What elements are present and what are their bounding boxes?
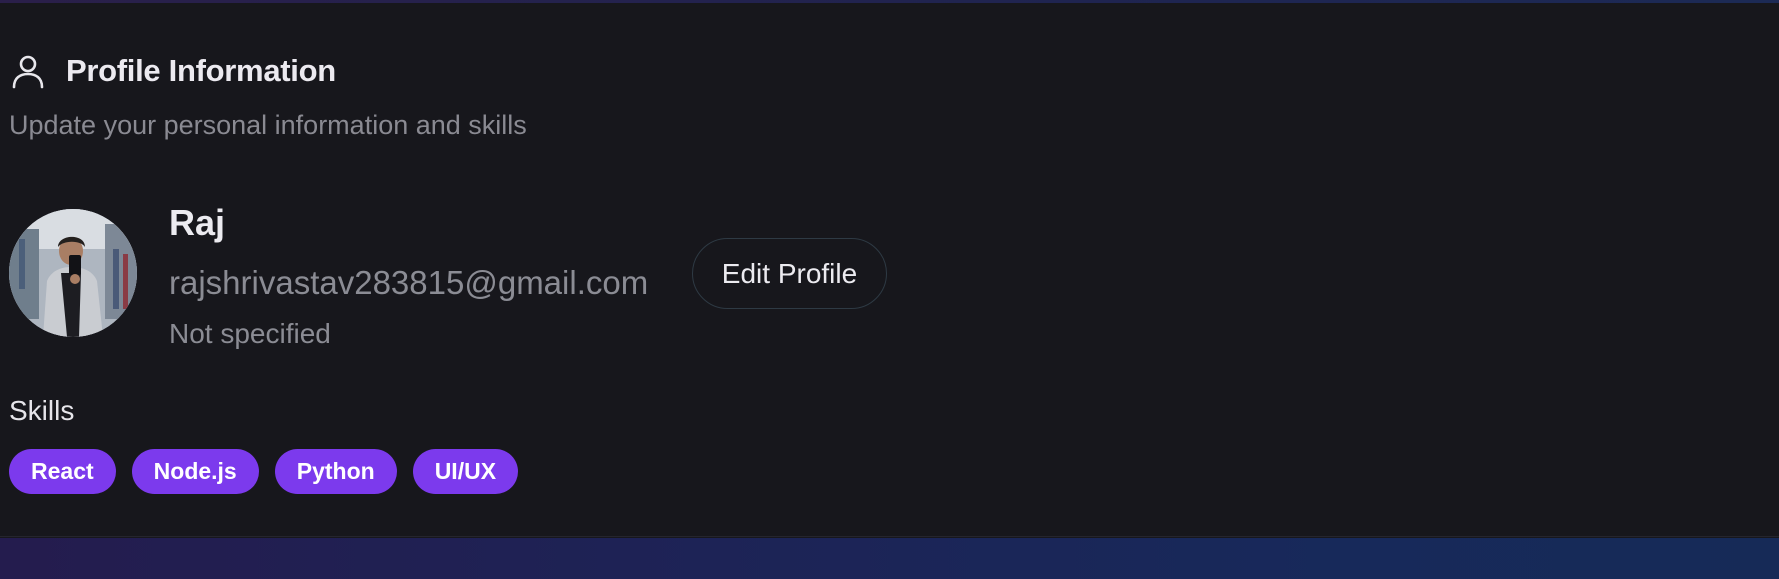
- profile-email: rajshrivastav283815@gmail.com: [169, 264, 649, 301]
- card-subtitle: Update your personal information and ski…: [9, 110, 527, 140]
- user-icon: [10, 53, 46, 89]
- profile-status: Not specified: [169, 318, 331, 349]
- profile-name: Raj: [169, 202, 226, 243]
- skills-list: React Node.js Python UI/UX: [9, 449, 534, 494]
- skill-chip-python: Python: [274, 449, 397, 494]
- profile-information-card: Profile Information Update your personal…: [0, 3, 1779, 537]
- skill-chip-uiux: UI/UX: [412, 449, 519, 494]
- card-title: Profile Information: [66, 53, 336, 88]
- skills-label: Skills: [9, 395, 75, 426]
- skill-chip-react: React: [9, 449, 116, 494]
- edit-profile-button[interactable]: Edit Profile: [692, 238, 887, 309]
- skill-chip-nodejs: Node.js: [131, 449, 259, 494]
- avatar: [9, 209, 137, 337]
- bottom-gradient-strip: [0, 538, 1779, 579]
- card-header: Profile Information: [10, 53, 336, 89]
